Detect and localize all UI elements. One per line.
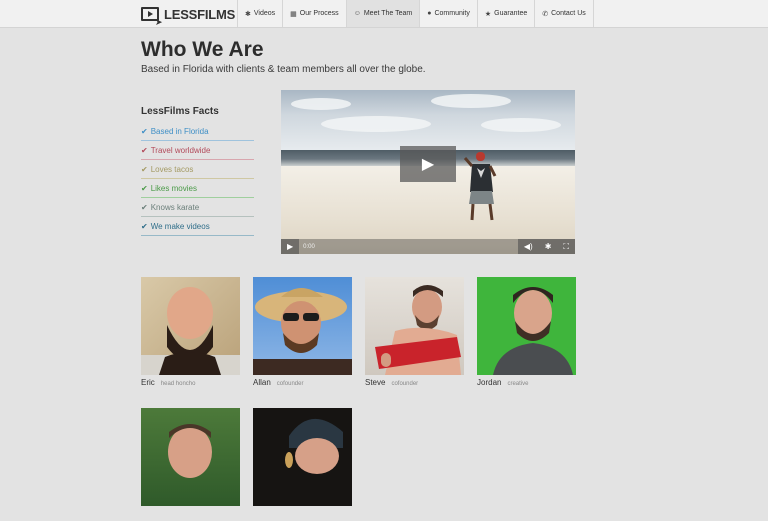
team-member-card[interactable]: Eric head honcho (141, 277, 240, 390)
team-member-name: Jordan (477, 378, 502, 387)
check-icon: ✔ (141, 127, 148, 136)
team-member-card[interactable] (253, 408, 352, 521)
portrait-image (141, 287, 240, 375)
page-title: Who We Are (141, 38, 264, 61)
nav-label: Videos (253, 10, 276, 17)
play-button[interactable]: ▶ (400, 146, 456, 182)
nav-label: Contact Us (551, 10, 586, 17)
video-controls: ▶ 0:00 ◀) ✱ ⛶ (281, 239, 575, 254)
check-icon: ✔ (141, 146, 148, 155)
nav-label: Guarantee (494, 10, 528, 17)
fact-item: ✔ Based in Florida (141, 123, 254, 141)
team-member-caption (253, 509, 352, 521)
fact-label: Knows karate (150, 203, 200, 212)
video-right-controls: ◀) ✱ ⛶ (517, 239, 575, 254)
team-member-card[interactable]: Jordan creative (477, 277, 576, 390)
team-member-photo (365, 277, 464, 375)
play-icon: ▶ (421, 156, 435, 173)
top-navbar: ➤ LESSFILMS ✱ Videos ▦ Our Process ☺ Mee… (0, 0, 768, 28)
nav-label: Community (434, 10, 470, 17)
check-icon: ✔ (141, 184, 148, 193)
video-frame-cloud (321, 116, 431, 132)
fact-label: Loves tacos (150, 165, 194, 174)
team-member-name: Allan (253, 378, 271, 387)
team-member-caption: Steve cofounder (365, 378, 464, 390)
team-member-photo (253, 408, 352, 506)
team-member-role: cofounder (391, 381, 419, 387)
page-subtitle: Based in Florida with clients & team mem… (141, 64, 426, 75)
monitor-play-icon: ➤ (141, 7, 163, 27)
team-member-name: Eric (141, 378, 155, 387)
team-member-photo (141, 277, 240, 375)
star-icon: ★ (484, 10, 492, 18)
film-icon: ▦ (290, 10, 297, 18)
fullscreen-button[interactable]: ⛶ (557, 239, 575, 254)
team-member-photo (253, 277, 352, 375)
portrait-image (168, 424, 212, 478)
portrait-image (375, 285, 461, 375)
team-member-caption: Jordan creative (477, 378, 576, 390)
gear-icon: ✱ (245, 10, 251, 18)
video-player[interactable]: ▶ ▶ 0:00 ◀) ✱ ⛶ (281, 90, 575, 254)
video-frame-person (463, 152, 497, 221)
brand-name: LESSFILMS (164, 6, 236, 22)
nav-label: Our Process (299, 10, 339, 17)
nav-item-community[interactable]: ● Community (419, 0, 477, 27)
check-icon: ✔ (141, 203, 148, 212)
team-member-photo (477, 277, 576, 375)
main-nav: ✱ Videos ▦ Our Process ☺ Meet The Team ●… (237, 0, 594, 27)
team-member-caption (141, 509, 240, 521)
video-frame-cloud (481, 118, 561, 132)
globe-icon: ● (427, 10, 432, 17)
smiley-icon: ☺ (353, 10, 361, 17)
fact-item: ✔ Travel worldwide (141, 142, 254, 160)
facts-list: LessFilms Facts ✔ Based in Florida ✔ Tra… (141, 106, 254, 236)
team-member-photo (141, 408, 240, 506)
fact-label: We make videos (150, 222, 210, 231)
check-icon: ✔ (141, 165, 148, 174)
team-member-role: cofounder (276, 381, 304, 387)
team-member-card[interactable]: Steve cofounder (365, 277, 464, 390)
cursor-icon: ➤ (155, 17, 163, 27)
team-member-role: head honcho (160, 381, 196, 387)
fact-label: Travel worldwide (150, 146, 211, 155)
team-member-caption: Eric head honcho (141, 378, 240, 390)
settings-icon: ✱ (544, 242, 552, 251)
volume-icon: ◀) (523, 242, 533, 251)
nav-item-videos[interactable]: ✱ Videos (237, 0, 282, 27)
facts-title: LessFilms Facts (141, 106, 219, 117)
fact-label: Based in Florida (150, 127, 209, 136)
team-member-caption: Allan cofounder (253, 378, 352, 390)
video-frame-cloud (431, 94, 511, 108)
team-member-card[interactable] (141, 408, 240, 521)
volume-button[interactable]: ◀) (518, 239, 539, 254)
fact-item: ✔ Loves tacos (141, 161, 254, 179)
fact-item: ✔ Likes movies (141, 180, 254, 198)
team-member-name: Steve (365, 378, 386, 387)
nav-item-contact-us[interactable]: ✆ Contact Us (534, 0, 594, 27)
fact-label: Likes movies (150, 184, 197, 193)
phone-icon: ✆ (542, 10, 549, 18)
fact-item: ✔ We make videos (141, 218, 254, 236)
video-frame-cloud (291, 98, 351, 110)
video-time: 0:00 (303, 243, 315, 250)
team-member-role: creative (507, 381, 529, 387)
nav-item-our-process[interactable]: ▦ Our Process (282, 0, 346, 27)
portrait-image (253, 288, 352, 375)
fact-item: ✔ Knows karate (141, 199, 254, 217)
portrait-image (493, 287, 573, 375)
settings-button[interactable]: ✱ (539, 239, 558, 254)
logo[interactable]: ➤ LESSFILMS (141, 4, 236, 27)
nav-item-guarantee[interactable]: ★ Guarantee (476, 0, 534, 27)
play-pause-button[interactable]: ▶ (281, 239, 300, 254)
check-icon: ✔ (141, 222, 148, 231)
team-member-card[interactable]: Allan cofounder (253, 277, 352, 390)
portrait-image (285, 418, 343, 474)
nav-label: Meet The Team (363, 10, 413, 17)
nav-item-meet-the-team[interactable]: ☺ Meet The Team (345, 0, 420, 27)
fullscreen-icon: ⛶ (563, 241, 569, 251)
play-icon: ▶ (287, 242, 294, 251)
